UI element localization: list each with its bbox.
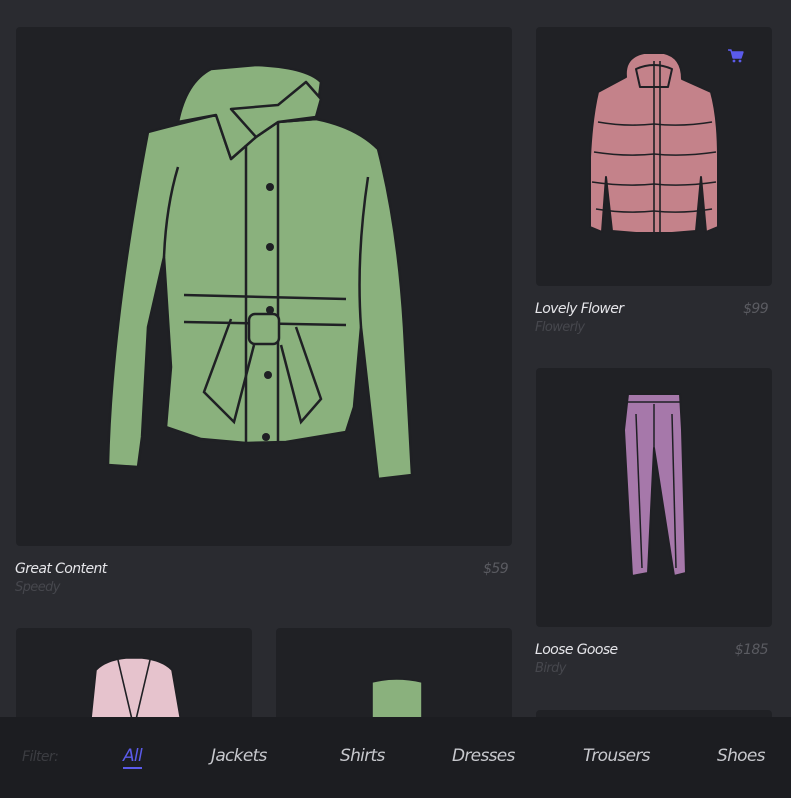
product-image-card[interactable] bbox=[276, 628, 512, 728]
product-name[interactable]: Great Content bbox=[15, 561, 107, 577]
filter-shirts[interactable]: Shirts bbox=[340, 746, 385, 766]
product-price: $99 bbox=[743, 301, 769, 317]
product-name[interactable]: Lovely Flower bbox=[535, 301, 624, 317]
filter-all[interactable]: All bbox=[123, 746, 143, 769]
shopping-cart-icon[interactable] bbox=[728, 49, 744, 63]
filter-trousers[interactable]: Trousers bbox=[583, 746, 650, 766]
product-brand: Flowerly bbox=[535, 320, 585, 335]
filter-label: Filter: bbox=[22, 749, 59, 765]
purple-trousers-image bbox=[623, 393, 687, 577]
filter-dresses[interactable]: Dresses bbox=[452, 746, 515, 766]
product-image-card[interactable] bbox=[16, 628, 252, 728]
filter-jackets[interactable]: Jackets bbox=[211, 746, 267, 766]
pink-blazer-image bbox=[89, 657, 183, 728]
product-brand: Speedy bbox=[15, 580, 60, 595]
product-brand: Birdy bbox=[535, 661, 566, 676]
product-image-card[interactable] bbox=[16, 27, 512, 546]
pink-jacket-image bbox=[589, 52, 719, 234]
green-top-image bbox=[371, 678, 423, 728]
product-image-card[interactable] bbox=[536, 27, 772, 286]
filter-shoes[interactable]: Shoes bbox=[717, 746, 765, 766]
product-image-card[interactable] bbox=[536, 368, 772, 627]
green-jacket-image bbox=[106, 63, 414, 481]
filter-bar: Filter: All Jackets Shirts Dresses Trous… bbox=[0, 717, 791, 798]
product-name[interactable]: Loose Goose bbox=[535, 642, 618, 658]
product-price: $59 bbox=[483, 561, 509, 577]
product-price: $185 bbox=[734, 642, 769, 658]
